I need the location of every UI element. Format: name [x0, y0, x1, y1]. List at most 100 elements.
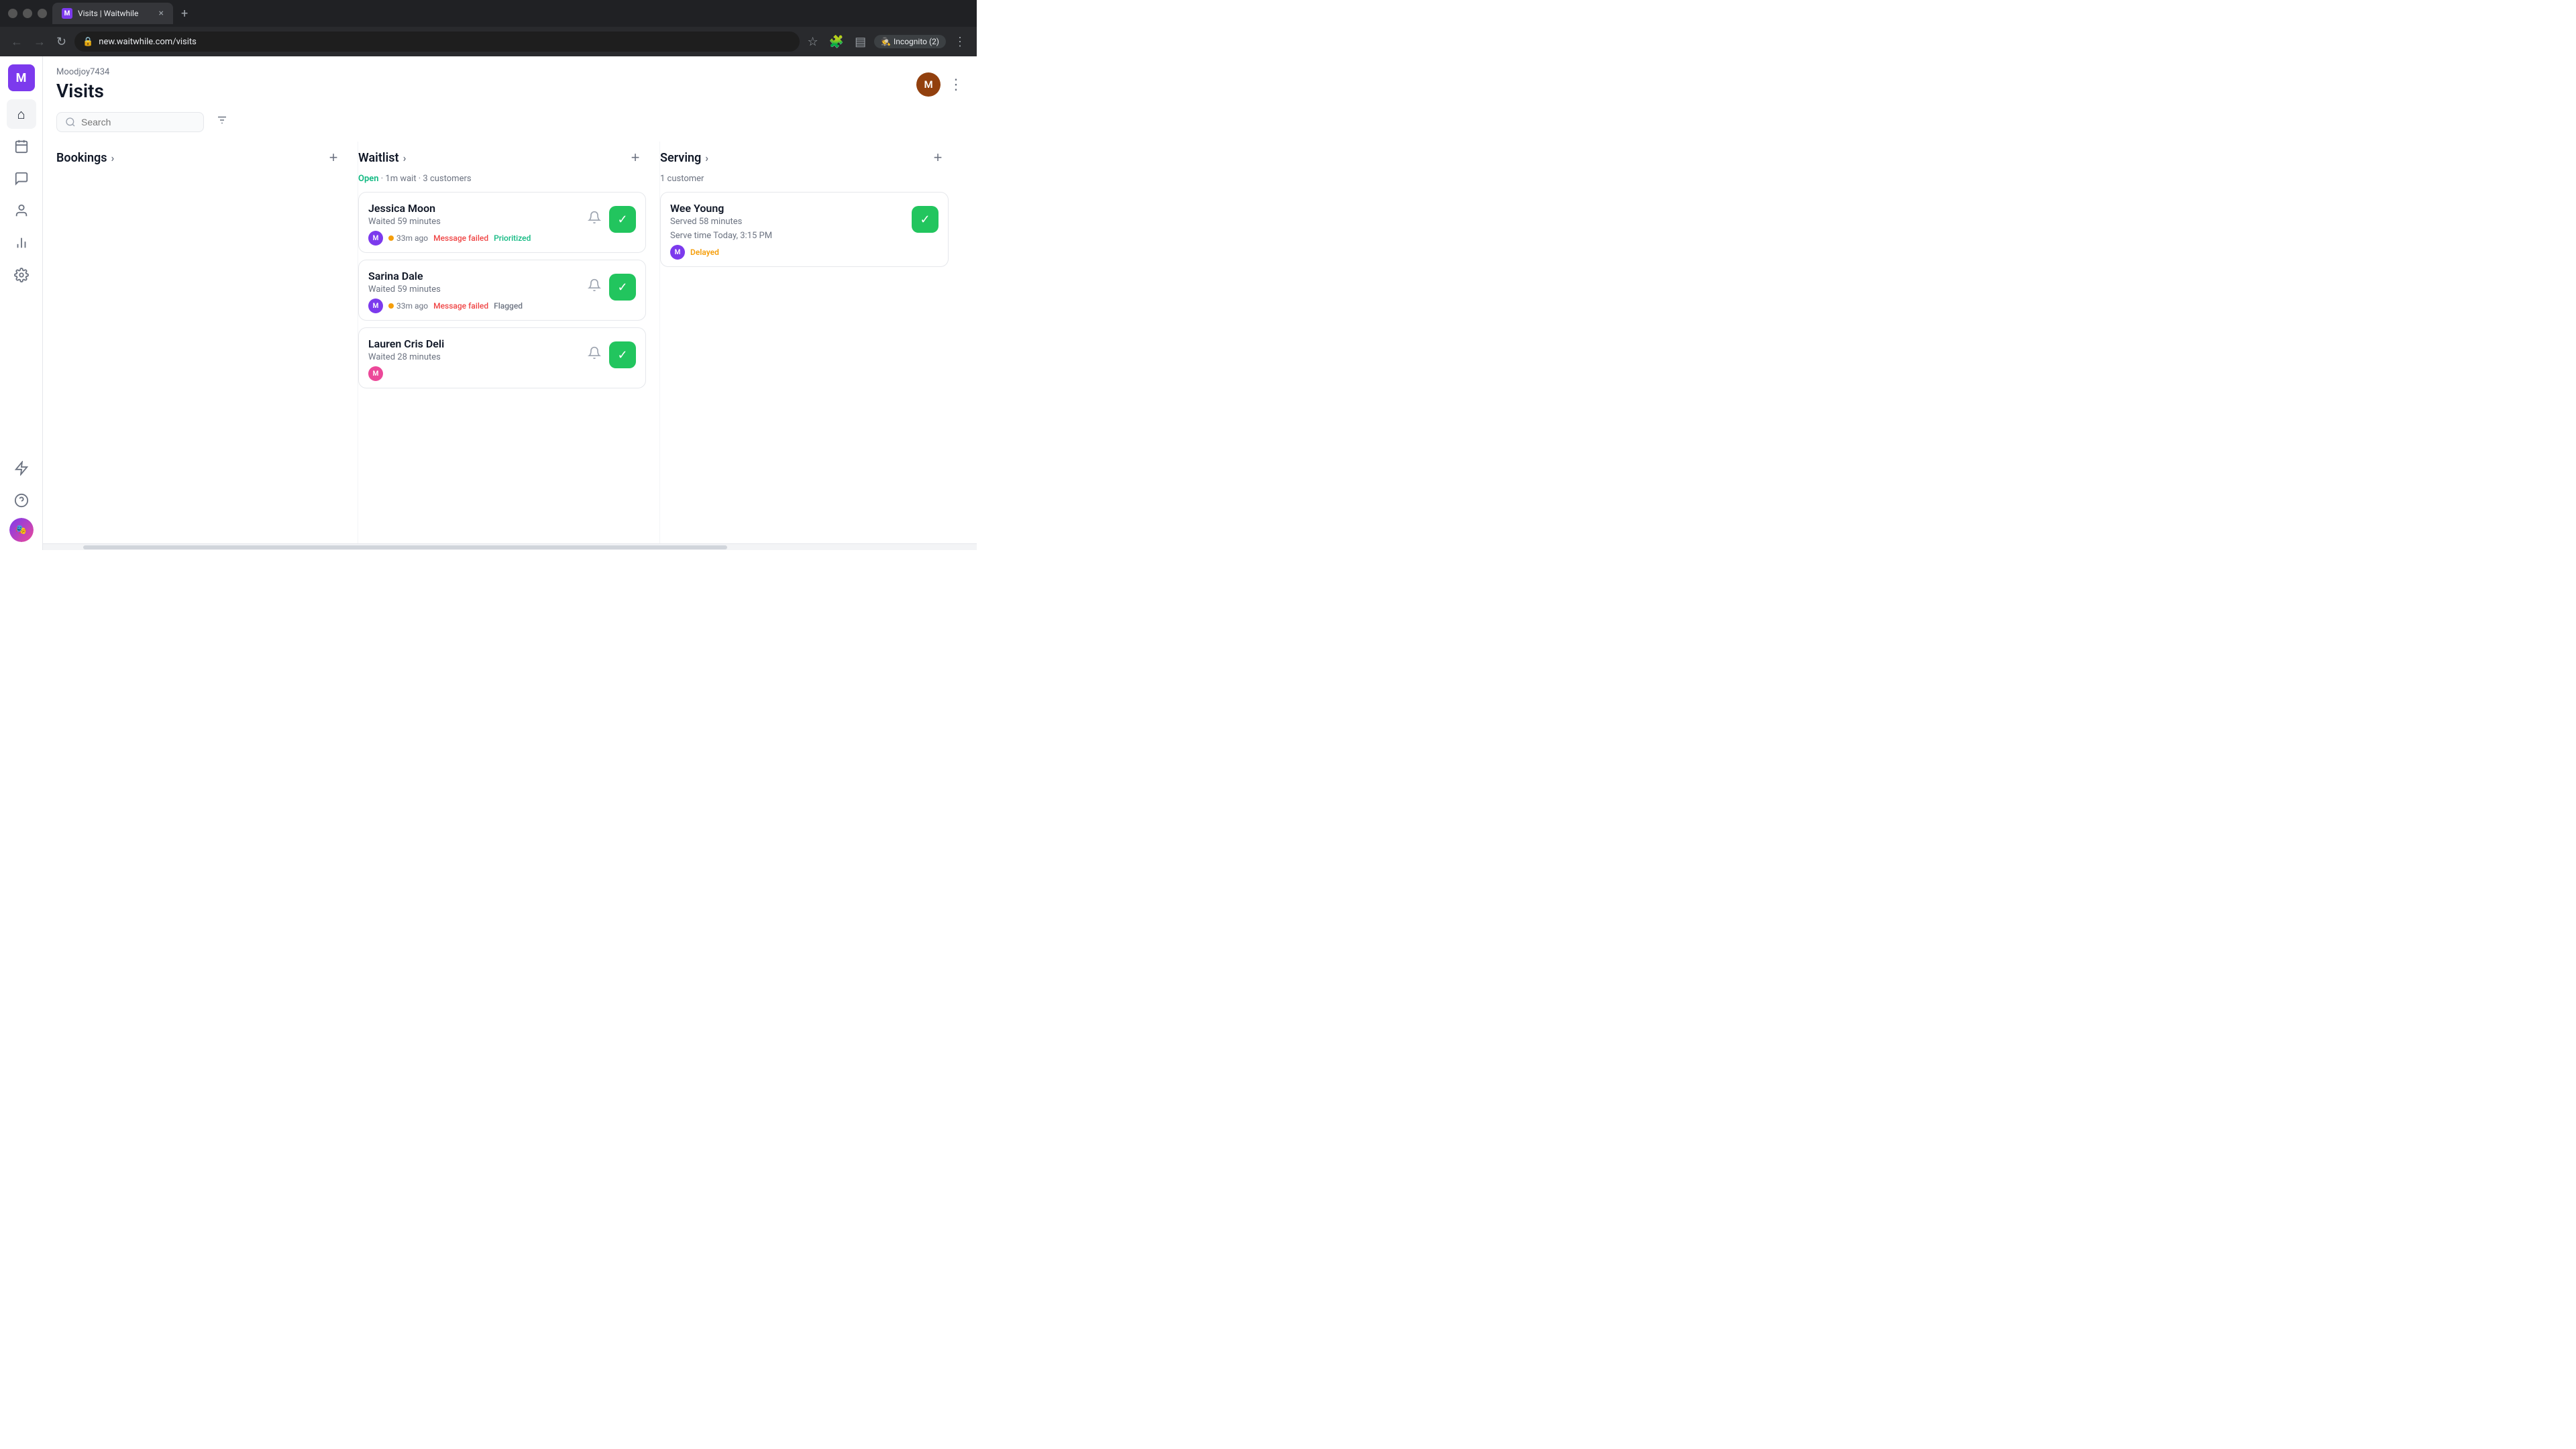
scrollbar-thumb[interactable]: [83, 545, 727, 549]
waitlist-open-badge: Open: [358, 174, 379, 184]
new-tab-button[interactable]: +: [176, 4, 193, 23]
waitlist-meta-rest: · 1m wait · 3 customers: [379, 174, 472, 184]
bookings-chevron-icon: ›: [111, 152, 115, 164]
lock-icon: 🔒: [83, 37, 93, 47]
yellow-dot-icon: [388, 235, 394, 241]
close-window-button[interactable]: [38, 9, 47, 18]
back-button[interactable]: ←: [8, 32, 25, 52]
filter-icon: [216, 114, 228, 126]
check-button[interactable]: ✓: [609, 206, 636, 233]
serving-add-button[interactable]: +: [927, 147, 949, 168]
sidebar-item-home[interactable]: ⌂: [7, 99, 36, 129]
visit-name: Lauren Cris Deli: [368, 337, 585, 350]
app-header: Moodjoy7434 Visits M ⋮: [43, 56, 977, 102]
tab-favicon: M: [62, 8, 72, 19]
window-controls: [8, 9, 47, 18]
visit-card-lauren-cris-deli[interactable]: Lauren Cris Deli Waited 28 minutes M ✓: [358, 327, 646, 388]
sidebar-logo[interactable]: M: [8, 64, 35, 91]
visit-card-sarina-dale[interactable]: Sarina Dale Waited 59 minutes M 33m ago …: [358, 260, 646, 321]
column-waitlist: Waitlist › + Open · 1m wait · 3 customer…: [358, 142, 660, 543]
visit-actions: ✓: [585, 206, 636, 233]
incognito-badge[interactable]: 🕵 Incognito (2): [874, 35, 946, 48]
visit-avatar: M: [368, 299, 383, 313]
tag-prioritized: Prioritized: [494, 233, 531, 243]
sidebar: M ⌂ 🎭: [0, 56, 43, 550]
active-tab[interactable]: M Visits | Waitwhile ×: [52, 3, 173, 24]
incognito-label: Incognito (2): [894, 37, 939, 46]
column-waitlist-title[interactable]: Waitlist ›: [358, 151, 406, 165]
chart-icon: [14, 235, 29, 250]
bell-button[interactable]: [585, 343, 604, 366]
waitlist-chevron-icon: ›: [403, 152, 407, 164]
home-icon: ⌂: [17, 106, 25, 123]
minimize-button[interactable]: [8, 9, 17, 18]
tag-message-failed: Message failed: [433, 301, 488, 311]
visit-avatar: M: [368, 231, 383, 246]
header-menu-button[interactable]: ⋮: [949, 76, 963, 93]
waitlist-add-button[interactable]: +: [625, 147, 646, 168]
visit-wait: Served 58 minutes: [670, 217, 912, 227]
waitlist-meta: Open · 1m wait · 3 customers: [358, 171, 646, 192]
extensions-icon[interactable]: 🧩: [826, 32, 847, 52]
visit-meta: M Delayed: [670, 245, 912, 260]
visit-meta: M 33m ago Message failed Flagged: [368, 299, 585, 313]
visit-card-wee-young[interactable]: Wee Young Served 58 minutes Serve time T…: [660, 192, 949, 267]
column-serving: Serving › + 1 customer Wee Young Served …: [660, 142, 962, 543]
sidebar-item-analytics[interactable]: [7, 228, 36, 258]
header-actions: M ⋮: [916, 72, 963, 97]
serving-title-text: Serving: [660, 151, 701, 165]
bookmark-icon[interactable]: ☆: [805, 32, 821, 52]
visit-wait: Waited 59 minutes: [368, 217, 585, 227]
serving-meta-text: 1 customer: [660, 174, 704, 184]
tag-message-failed: Message failed: [433, 233, 488, 243]
serving-meta: 1 customer: [660, 171, 949, 192]
page-title: Visits: [56, 80, 109, 102]
sidebar-item-help[interactable]: [7, 486, 36, 515]
tag-flagged: Flagged: [494, 301, 523, 311]
search-input-wrap[interactable]: [56, 112, 204, 132]
visit-card-content: Lauren Cris Deli Waited 28 minutes M: [368, 337, 585, 381]
sidebar-item-users[interactable]: [7, 196, 36, 225]
menu-icon[interactable]: ⋮: [951, 32, 969, 52]
bookings-add-button[interactable]: +: [323, 147, 344, 168]
visit-avatar: M: [368, 366, 383, 381]
visit-card-jessica-moon[interactable]: Jessica Moon Waited 59 minutes M 33m ago…: [358, 192, 646, 253]
check-button[interactable]: ✓: [609, 274, 636, 301]
bell-icon: [588, 278, 601, 292]
visit-avatar: M: [670, 245, 685, 260]
incognito-icon: 🕵: [881, 37, 891, 46]
sidebar-item-chat[interactable]: [7, 164, 36, 193]
sidebar-user-avatar[interactable]: 🎭: [9, 518, 34, 542]
search-icon: [65, 117, 76, 127]
maximize-button[interactable]: [23, 9, 32, 18]
sidebar-item-lightning[interactable]: [7, 453, 36, 483]
user-avatar-image: 🎭: [15, 525, 27, 535]
reload-button[interactable]: ↻: [54, 32, 69, 52]
visit-name: Sarina Dale: [368, 270, 585, 282]
column-serving-title[interactable]: Serving ›: [660, 151, 708, 165]
sidebar-item-calendar[interactable]: [7, 131, 36, 161]
sidebar-toggle-icon[interactable]: ▤: [852, 32, 869, 52]
lightning-icon: [14, 461, 29, 476]
bell-button[interactable]: [585, 276, 604, 299]
sidebar-item-settings[interactable]: [7, 260, 36, 290]
toolbar-icons: ☆ 🧩 ▤ 🕵 Incognito (2) ⋮: [805, 32, 969, 52]
forward-button[interactable]: →: [31, 32, 48, 52]
column-bookings-title[interactable]: Bookings ›: [56, 151, 114, 165]
visit-actions: ✓: [912, 206, 938, 233]
tab-close-button[interactable]: ×: [159, 8, 164, 19]
check-button[interactable]: ✓: [912, 206, 938, 233]
visit-meta: M: [368, 366, 585, 381]
address-bar[interactable]: 🔒 new.waitwhile.com/visits: [74, 32, 799, 52]
users-icon: [14, 203, 29, 218]
visit-time: 33m ago: [396, 233, 428, 243]
search-input[interactable]: [81, 117, 189, 127]
check-button[interactable]: ✓: [609, 341, 636, 368]
bell-button[interactable]: [585, 208, 604, 231]
visit-meta: M 33m ago Message failed Prioritized: [368, 231, 585, 246]
filter-button[interactable]: [209, 110, 235, 133]
visit-card-content: Jessica Moon Waited 59 minutes M 33m ago…: [368, 202, 585, 246]
waitlist-title-text: Waitlist: [358, 151, 399, 165]
header-avatar[interactable]: M: [916, 72, 941, 97]
bottom-scrollbar[interactable]: ‹: [43, 543, 977, 550]
